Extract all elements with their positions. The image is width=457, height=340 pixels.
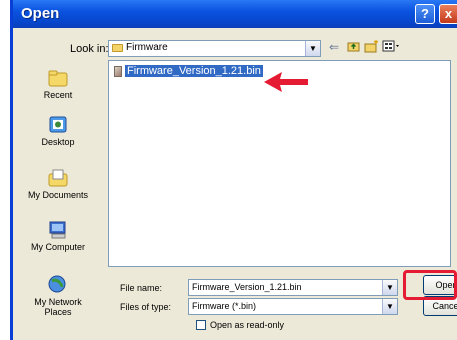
folder-icon <box>112 44 123 52</box>
place-label: Recent <box>43 90 73 100</box>
place-label: Desktop <box>41 137 75 147</box>
chevron-down-icon[interactable]: ▼ <box>382 280 397 295</box>
files-of-type-dropdown[interactable]: Firmware (*.bin) ▼ <box>188 298 398 315</box>
file-name-label: File name: <box>120 283 163 293</box>
look-in-dropdown[interactable]: Firmware ▼ <box>108 40 321 57</box>
red-arrow-annotation <box>264 72 308 92</box>
files-of-type-value: Firmware (*.bin) <box>192 301 257 311</box>
view-menu-icon[interactable] <box>382 40 402 55</box>
place-recent[interactable]: Recent <box>13 68 103 100</box>
chevron-down-icon[interactable]: ▼ <box>382 299 397 314</box>
close-icon: x <box>444 6 453 21</box>
file-name-value: Firmware_Version_1.21.bin <box>192 282 302 292</box>
look-in-label: Look in: <box>70 43 109 55</box>
read-only-label: Open as read-only <box>210 320 285 330</box>
open-dialog: Open ? x Look in: Firmware ▼ ⇐ Recent De… <box>10 0 457 340</box>
files-of-type-label: Files of type: <box>120 302 172 312</box>
place-label: My Network Places <box>34 297 82 317</box>
file-name-field[interactable]: Firmware_Version_1.21.bin ▼ <box>188 279 398 296</box>
network-globe-icon <box>47 275 69 295</box>
read-only-checkbox[interactable] <box>196 320 206 330</box>
help-button[interactable]: ? <box>415 4 435 24</box>
place-label: My Computer <box>30 242 85 252</box>
places-bar: Recent Desktop My Documents My Computer … <box>13 60 103 340</box>
file-icon <box>114 66 122 77</box>
title-bar[interactable]: Open ? x <box>13 0 457 28</box>
back-arrow-icon[interactable]: ⇐ <box>329 40 339 54</box>
place-my-computer[interactable]: My Computer <box>13 220 103 252</box>
place-my-network-places[interactable]: My Network Places <box>13 275 103 317</box>
chevron-down-icon[interactable]: ▼ <box>305 41 320 56</box>
recent-folder-icon <box>47 68 69 88</box>
place-my-documents[interactable]: My Documents <box>13 168 103 200</box>
place-label: My Documents <box>27 190 89 200</box>
desktop-icon <box>47 115 69 135</box>
my-documents-icon <box>47 168 69 188</box>
look-in-value: Firmware <box>126 42 168 53</box>
open-button-highlight <box>403 270 457 300</box>
place-desktop[interactable]: Desktop <box>13 115 103 147</box>
dialog-title: Open <box>21 5 60 22</box>
file-name: Firmware_Version_1.21.bin <box>125 65 263 77</box>
close-button[interactable]: x <box>439 4 457 24</box>
my-computer-icon <box>47 220 69 240</box>
up-folder-icon[interactable] <box>347 40 360 55</box>
new-folder-icon[interactable] <box>364 40 379 56</box>
